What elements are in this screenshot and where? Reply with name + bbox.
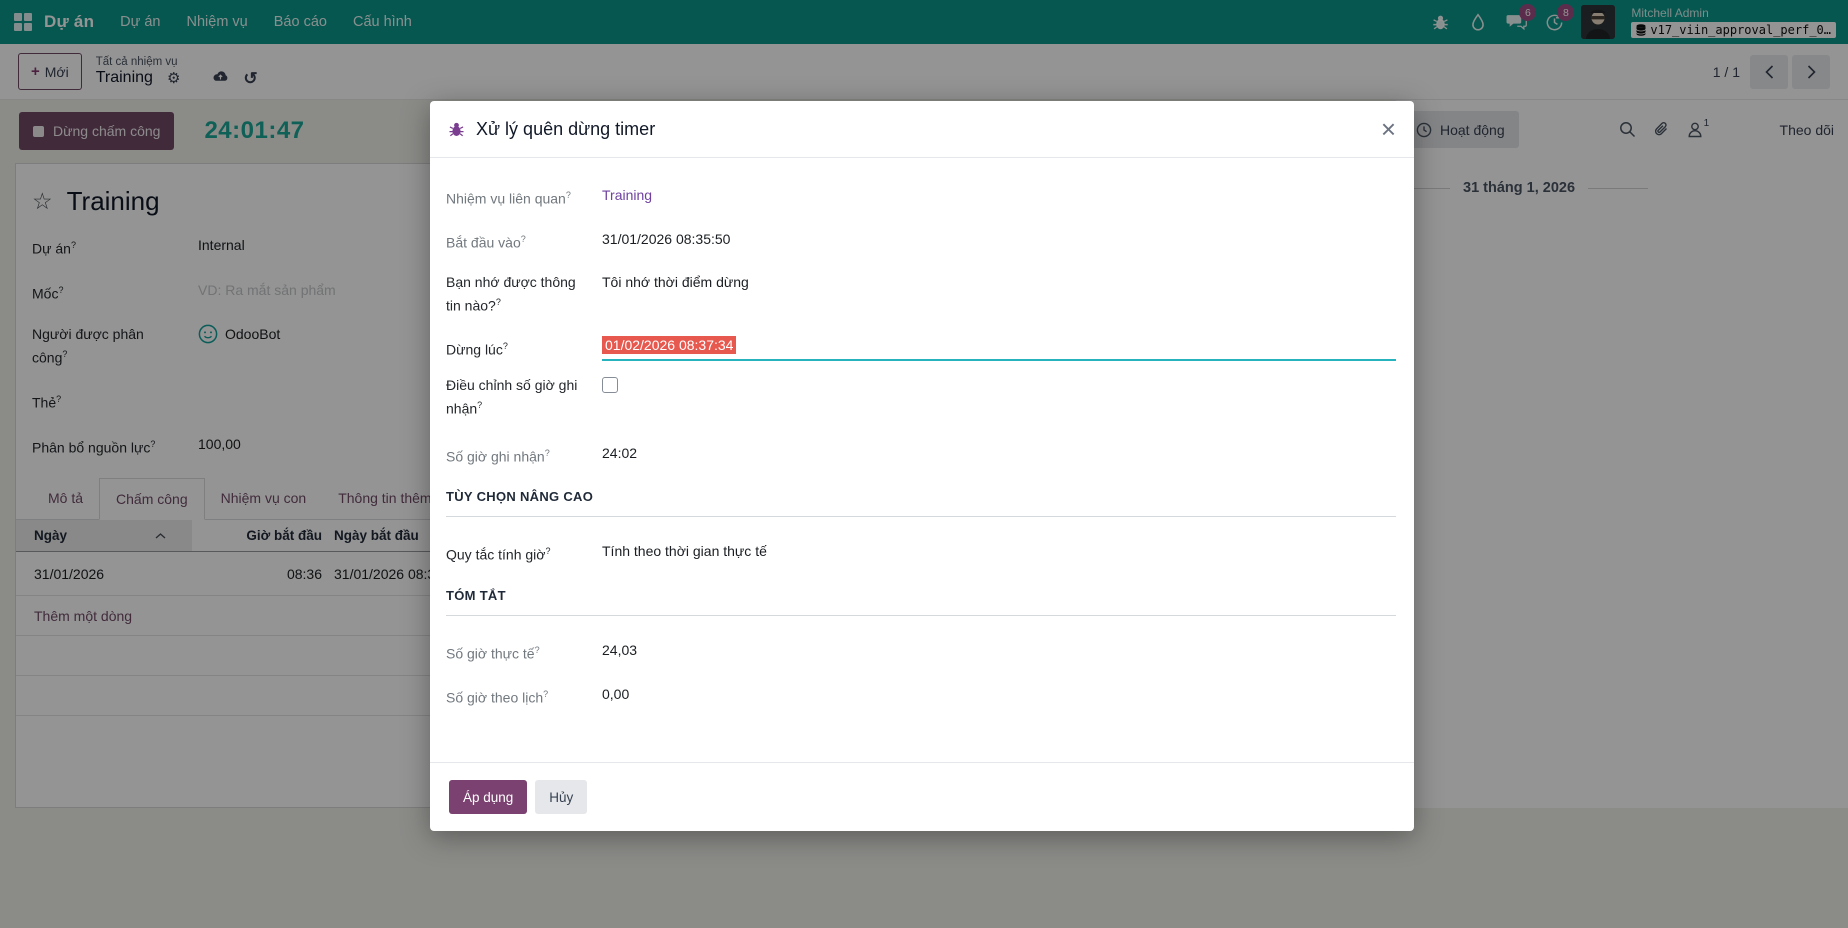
- stop-datetime-input[interactable]: 01/02/2026 08:37:34: [602, 336, 1396, 361]
- actual-hours-value: 24,03: [602, 640, 637, 664]
- bug-icon: [448, 121, 465, 138]
- timer-stop-dialog: Xử lý quên dừng timer × Nhiệm vụ liên qu…: [430, 101, 1414, 831]
- field-recorded-hours: Số giờ ghi nhận? 24:02: [446, 443, 1396, 467]
- rounding-rule-value[interactable]: Tính theo thời gian thực tế: [602, 541, 767, 565]
- field-started-at: Bắt đầu vào? 31/01/2026 08:35:50: [446, 229, 1396, 253]
- related-task-link[interactable]: Training: [602, 185, 652, 209]
- scheduled-hours-value: 0,00: [602, 684, 629, 708]
- apply-button[interactable]: Áp dụng: [449, 780, 527, 814]
- section-summary: TÓM TẮT: [446, 587, 1396, 616]
- dialog-body: Nhiệm vụ liên quan? Training Bắt đầu vào…: [430, 158, 1414, 762]
- field-adjust-hours: Điều chỉnh số giờ ghi nhận?: [446, 375, 1396, 419]
- field-actual-hours: Số giờ thực tế? 24,03: [446, 640, 1396, 664]
- field-related-task: Nhiệm vụ liên quan? Training: [446, 185, 1396, 209]
- dialog-header: Xử lý quên dừng timer ×: [430, 101, 1414, 158]
- recorded-hours-value: 24:02: [602, 443, 637, 467]
- section-advanced-options: TÙY CHỌN NÂNG CAO: [446, 488, 1396, 517]
- started-at-value: 31/01/2026 08:35:50: [602, 229, 730, 253]
- close-icon[interactable]: ×: [1381, 116, 1396, 142]
- dialog-title: Xử lý quên dừng timer: [476, 119, 655, 140]
- adjust-hours-checkbox[interactable]: [602, 377, 618, 393]
- dialog-footer: Áp dụng Hủy: [430, 762, 1414, 831]
- app-window: Dự án Dự án Nhiệm vụ Báo cáo Cấu hình: [0, 0, 1848, 928]
- field-stopped-at: Dừng lúc? 01/02/2026 08:37:34: [446, 336, 1396, 361]
- cancel-button[interactable]: Hủy: [535, 780, 587, 814]
- remembered-info-value[interactable]: Tôi nhớ thời điểm dừng: [602, 272, 749, 316]
- field-scheduled-hours: Số giờ theo lịch? 0,00: [446, 684, 1396, 708]
- field-remembered-info: Bạn nhớ được thông tin nào?? Tôi nhớ thờ…: [446, 272, 1396, 316]
- selected-datetime-text: 01/02/2026 08:37:34: [602, 336, 736, 354]
- field-rounding-rule: Quy tắc tính giờ? Tính theo thời gian th…: [446, 541, 1396, 565]
